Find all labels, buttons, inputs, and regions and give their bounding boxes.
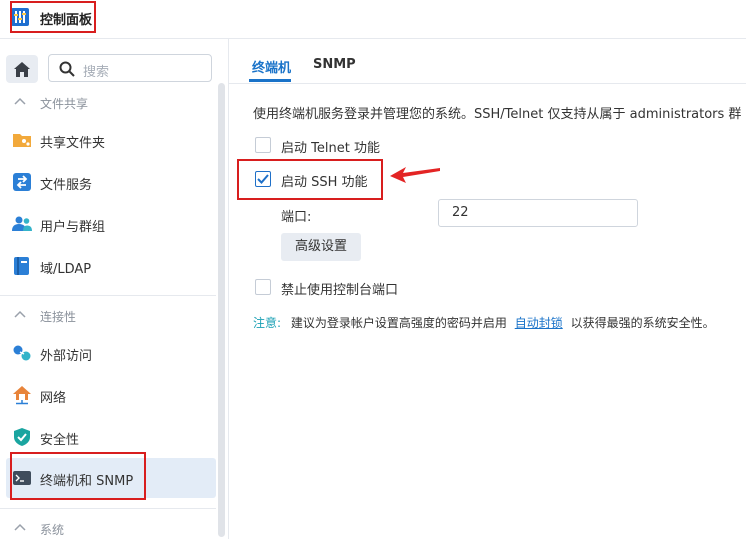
group-connectivity[interactable]: 连接性 bbox=[0, 302, 216, 330]
sidebar-item-external-access[interactable]: 外部访问 bbox=[0, 333, 216, 373]
active-tab-indicator bbox=[249, 79, 291, 82]
search-icon bbox=[59, 61, 75, 77]
home-icon bbox=[14, 61, 30, 77]
note-text: 建议为登录帐户设置高强度的密码并启用 bbox=[290, 316, 507, 330]
security-shield-icon bbox=[14, 428, 30, 446]
sidebar-divider bbox=[0, 508, 216, 509]
auto-block-link[interactable]: 自动封锁 bbox=[515, 316, 563, 330]
tab-bar: 终端机 SNMP bbox=[229, 39, 746, 84]
console-port-checkbox[interactable] bbox=[255, 279, 271, 295]
home-button[interactable] bbox=[6, 55, 38, 83]
advanced-settings-button[interactable]: 高级设置 bbox=[281, 233, 361, 261]
external-access-icon bbox=[13, 345, 31, 361]
security-note: 注意: 建议为登录帐户设置高强度的密码并启用 自动封锁 以获得最强的系统安全性。 bbox=[253, 314, 715, 331]
title-highlight-box bbox=[10, 1, 96, 33]
telnet-label: 启动 Telnet 功能 bbox=[281, 141, 380, 156]
search-placeholder: 搜索 bbox=[83, 65, 110, 80]
telnet-checkbox[interactable] bbox=[255, 137, 271, 153]
sidebar-item-users-groups[interactable]: 用户与群组 bbox=[0, 204, 216, 244]
sidebar-item-file-services[interactable]: 文件服务 bbox=[0, 162, 216, 202]
group-file-sharing[interactable]: 文件共享 bbox=[0, 89, 216, 117]
port-input[interactable]: 22 bbox=[438, 199, 638, 227]
sidebar-item-security[interactable]: 安全性 bbox=[0, 417, 216, 457]
search-input[interactable]: 搜索 bbox=[48, 54, 212, 82]
sidebar-divider bbox=[0, 295, 216, 296]
file-services-icon bbox=[13, 173, 31, 191]
users-groups-icon bbox=[12, 216, 32, 231]
title-bar: 控制面板 bbox=[0, 0, 746, 39]
chevron-up-icon bbox=[14, 97, 26, 105]
sidebar-item-domain-ldap[interactable]: 域/LDAP bbox=[0, 246, 216, 286]
sidebar-item-network[interactable]: 网络 bbox=[0, 375, 216, 415]
port-label: 端口: bbox=[281, 210, 312, 225]
tab-snmp[interactable]: SNMP bbox=[313, 57, 356, 72]
annotation-arrow-icon bbox=[390, 167, 440, 183]
network-icon bbox=[13, 386, 31, 405]
sidebar-scrollbar[interactable] bbox=[218, 83, 225, 537]
note-label: 注意: bbox=[253, 316, 282, 330]
sidebar-item-shared-folder[interactable]: 共享文件夹 bbox=[0, 120, 216, 160]
shared-folder-icon bbox=[13, 134, 31, 147]
domain-ldap-icon bbox=[14, 257, 29, 275]
console-port-label: 禁止使用控制台端口 bbox=[281, 283, 399, 298]
selected-item-highlight-box bbox=[10, 452, 146, 500]
tab-terminal[interactable]: 终端机 bbox=[252, 57, 291, 76]
chevron-up-icon bbox=[14, 310, 26, 318]
terminal-description: 使用终端机服务登录并管理您的系统。SSH/Telnet 仅支持从属于 admin… bbox=[253, 107, 742, 122]
note-tail: 以获得最强的系统安全性。 bbox=[570, 316, 715, 330]
ssh-highlight-box bbox=[237, 159, 383, 200]
chevron-up-icon bbox=[14, 523, 26, 531]
